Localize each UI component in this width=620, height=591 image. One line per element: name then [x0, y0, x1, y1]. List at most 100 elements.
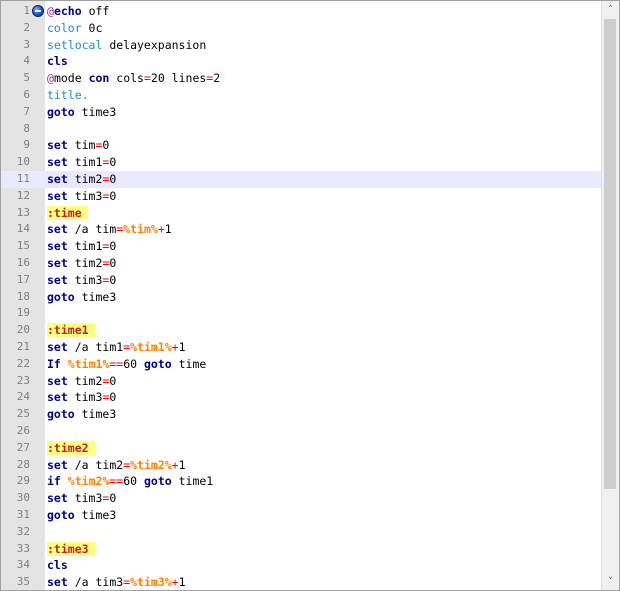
- code-line[interactable]: 29 if %tim2%==60 goto time1: [1, 473, 601, 490]
- variable-token: %tim%: [123, 222, 158, 237]
- line-number: 15: [16, 239, 30, 253]
- code-line[interactable]: 35 set /a tim3=%tim3%+1: [1, 574, 601, 590]
- line-text: cls: [47, 557, 68, 574]
- code-line[interactable]: 9 set tim=0: [1, 137, 601, 154]
- keyword-token: If: [47, 356, 61, 371]
- line-number: 28: [16, 457, 30, 471]
- code-area[interactable]: 1 @echo off 2 color 0c 3 setlocal delayexpans…: [1, 3, 601, 590]
- label-token: :time2: [47, 440, 95, 455]
- line-text: set tim2=0: [47, 171, 116, 188]
- code-token: 0: [109, 171, 117, 186]
- code-token: title.: [47, 87, 89, 102]
- code-line[interactable]: 32: [1, 524, 601, 541]
- code-token: tim3: [67, 272, 103, 287]
- code-line[interactable]: 25 goto time3: [1, 406, 601, 423]
- code-line[interactable]: 16 set tim2=0: [1, 255, 601, 272]
- code-line[interactable]: 6 title.: [1, 87, 601, 104]
- code-token: tim: [67, 138, 96, 153]
- code-token: 0: [109, 390, 117, 405]
- code-line[interactable]: 27:time2: [1, 440, 601, 457]
- variable-token: %tim3%: [130, 575, 172, 590]
- code-line[interactable]: 28 set /a tim2=%tim2%+1: [1, 457, 601, 474]
- code-line[interactable]: 1 @echo off: [1, 3, 601, 20]
- code-line[interactable]: 13:time: [1, 205, 601, 222]
- code-line[interactable]: 7 goto time3: [1, 104, 601, 121]
- code-token: 0c: [81, 20, 103, 35]
- line-text: set /a tim1=%tim1%+1: [47, 339, 186, 356]
- code-token: tim2: [67, 171, 103, 186]
- variable-token: %tim2%: [130, 457, 172, 472]
- code-line[interactable]: 17 set tim3=0: [1, 272, 601, 289]
- code-line[interactable]: 24 set tim3=0: [1, 389, 601, 406]
- chevron-up-icon: ˄: [608, 4, 613, 15]
- code-line[interactable]: 14 set /a tim=%tim%+1: [1, 221, 601, 238]
- scrollbar-thumb[interactable]: [604, 19, 616, 489]
- code-token: tim3: [67, 188, 103, 203]
- scroll-up-button[interactable]: ˄: [602, 1, 619, 18]
- keyword-token: if: [47, 474, 61, 489]
- code-token: 0: [109, 491, 117, 506]
- line-text: set tim2=0: [47, 373, 116, 390]
- keyword-token: set: [47, 171, 68, 186]
- code-token: /a tim2: [67, 457, 124, 472]
- code-line[interactable]: 19: [1, 305, 601, 322]
- code-line[interactable]: 8: [1, 121, 601, 138]
- code-token: time: [171, 356, 207, 371]
- code-line[interactable]: 2 color 0c: [1, 20, 601, 37]
- code-token: ==: [109, 474, 124, 489]
- line-text: if %tim2%==60 goto time1: [47, 473, 213, 490]
- code-token: mode: [53, 71, 89, 86]
- keyword-token: set: [47, 239, 68, 254]
- bookmark-marker-icon[interactable]: [32, 5, 44, 17]
- line-number: 19: [16, 306, 30, 320]
- vertical-scrollbar[interactable]: ˄ ˅: [601, 1, 619, 590]
- code-token: 20 lines: [150, 71, 207, 86]
- line-number: 16: [16, 255, 30, 269]
- scroll-down-button[interactable]: ˅: [602, 573, 619, 590]
- line-text: set tim=0: [47, 137, 109, 154]
- code-line[interactable]: 12 set tim3=0: [1, 188, 601, 205]
- variable-token: %tim1%: [67, 356, 110, 371]
- code-line[interactable]: 21 set /a tim1=%tim1%+1: [1, 339, 601, 356]
- code-line[interactable]: 20:time1: [1, 322, 601, 339]
- line-text: goto time3: [47, 289, 116, 306]
- code-line[interactable]: 11 set tim2=0: [1, 170, 601, 188]
- code-line[interactable]: 18 goto time3: [1, 289, 601, 306]
- line-number: 30: [16, 491, 30, 505]
- line-text: set tim1=0: [47, 154, 116, 171]
- code-line[interactable]: 34 cls: [1, 557, 601, 574]
- line-number: 32: [16, 524, 30, 538]
- line-number: 3: [23, 37, 30, 51]
- line-number: 2: [23, 20, 30, 34]
- code-editor[interactable]: 1 @echo off 2 color 0c 3 setlocal delayexpans…: [0, 0, 620, 591]
- code-token: 1: [178, 457, 186, 472]
- keyword-token: goto: [143, 474, 172, 489]
- code-line[interactable]: 33:time3: [1, 541, 601, 558]
- line-text: @echo off: [47, 3, 109, 20]
- label-token: :time1: [47, 323, 95, 338]
- code-line[interactable]: 10 set tim1=0: [1, 154, 601, 171]
- code-token: tim2: [67, 255, 103, 270]
- code-line[interactable]: 4 cls: [1, 53, 601, 70]
- line-text: cls: [47, 53, 68, 70]
- code-line[interactable]: 3 setlocal delayexpansion: [1, 37, 601, 54]
- line-number: 7: [23, 104, 30, 118]
- keyword-token: set: [47, 188, 68, 203]
- code-line[interactable]: 5 @mode con cols=20 lines=2: [1, 70, 601, 87]
- keyword-token: set: [47, 138, 68, 153]
- line-text: :time3: [47, 541, 95, 558]
- code-line[interactable]: 31 goto time3: [1, 507, 601, 524]
- code-token: setlocal: [47, 37, 103, 52]
- variable-token: %tim2%: [67, 474, 110, 489]
- code-line[interactable]: 15 set tim1=0: [1, 238, 601, 255]
- code-line[interactable]: 26: [1, 423, 601, 440]
- code-token: 0: [102, 138, 110, 153]
- code-line[interactable]: 30 set tim3=0: [1, 490, 601, 507]
- line-text: title.: [47, 87, 89, 104]
- keyword-token: set: [47, 457, 68, 472]
- code-token: +: [171, 339, 179, 354]
- code-line[interactable]: 23 set tim2=0: [1, 373, 601, 390]
- code-line[interactable]: 22 If %tim1%==60 goto time: [1, 356, 601, 373]
- line-text: set /a tim2=%tim2%+1: [47, 457, 186, 474]
